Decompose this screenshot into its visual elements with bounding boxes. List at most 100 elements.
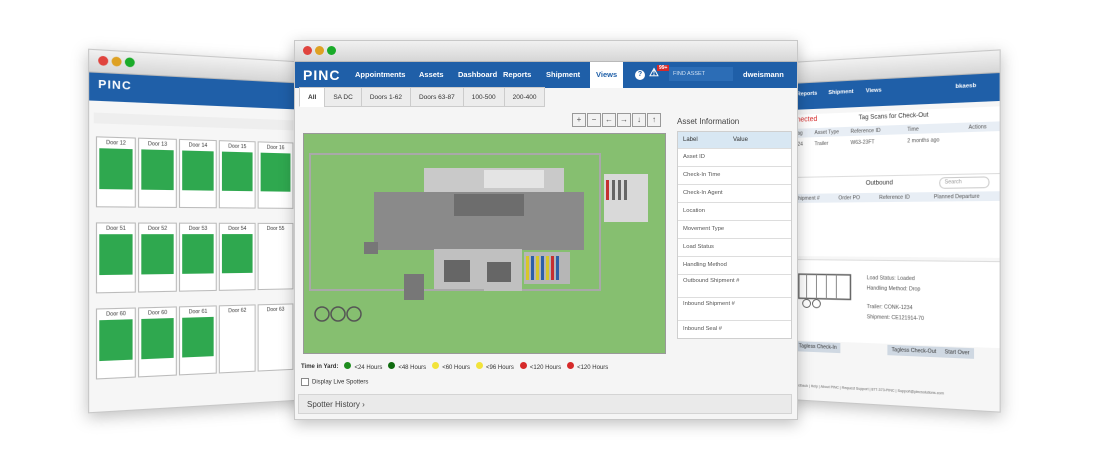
tab-doors-63-87[interactable]: Doors 63-87 (410, 87, 464, 107)
pan-left-icon[interactable]: ← (602, 113, 616, 127)
legend-dot-icon (567, 362, 574, 369)
door-card[interactable]: Door 52 (138, 223, 177, 293)
yard-tabs: All SA DC Doors 1-62 Doors 63-87 100-500… (299, 87, 544, 107)
door-card[interactable]: Door 55 (258, 223, 294, 290)
door-card[interactable]: Door 60 (138, 306, 177, 377)
close-dot-icon[interactable] (98, 56, 108, 66)
shipment-text: Shipment: CE121914-70 (867, 314, 924, 322)
door-card[interactable]: Door 62 (219, 304, 256, 373)
close-dot-icon[interactable] (303, 46, 312, 55)
legend-item-label: <48 Hours (398, 365, 426, 371)
tab-200-400[interactable]: 200-400 (504, 87, 546, 107)
door-card[interactable]: Door 54 (219, 223, 256, 291)
nav-assets[interactable]: Assets (419, 70, 444, 79)
door-occupied-slot (141, 149, 173, 190)
asset-info-row: Inbound Shipment # (678, 297, 791, 320)
pan-up-icon[interactable]: ↑ (647, 113, 661, 127)
nav-views[interactable]: Views (590, 62, 623, 88)
door-occupied-slot (182, 234, 213, 274)
nav-shipment[interactable]: Shipment (546, 70, 580, 79)
outbound-title: Outbound (866, 180, 893, 187)
door-card[interactable]: Door 51 (96, 222, 136, 293)
main-nav-bar: PINC Appointments Assets Dashboard Repor… (295, 62, 797, 88)
checkout-window: Reports Shipment Views bkaesb nnected Ta… (790, 49, 1001, 412)
tag-scans-title: Tag Scans for Check-Out (859, 112, 929, 121)
door-label: Door 14 (180, 142, 216, 149)
door-card[interactable]: Door 13 (138, 138, 177, 208)
asset-info-row: Load Status (678, 238, 791, 256)
legend-dot-icon (388, 362, 395, 369)
door-card[interactable]: Door 53 (179, 223, 217, 292)
asset-info-row: Asset ID (678, 148, 791, 166)
outbound-search-input[interactable]: Search (939, 176, 989, 188)
col-time: Time (907, 126, 919, 133)
door-label: Door 60 (97, 311, 135, 318)
asset-info-header: Label Value (678, 132, 791, 148)
legend-items: <24 Hours <48 Hours <60 Hours <96 Hours <120… (338, 362, 608, 371)
tab-doors-1-62[interactable]: Doors 1-62 (361, 87, 411, 107)
legend-dot-icon (344, 362, 351, 369)
nav-views[interactable]: Views (866, 87, 882, 94)
door-label: Door 52 (139, 226, 176, 232)
pan-right-icon[interactable]: → (617, 113, 631, 127)
door-label: Door 62 (220, 307, 255, 314)
pinc-logo[interactable]: PINC (303, 67, 340, 83)
pan-down-icon[interactable]: ↓ (632, 113, 646, 127)
door-label: Door 53 (180, 226, 216, 232)
find-asset-input[interactable]: FIND ASSET (669, 67, 733, 81)
door-empty-slot (261, 234, 291, 273)
tagless-check-out-button[interactable]: Tagless Check-Out (887, 345, 940, 358)
help-icon[interactable]: ? (635, 70, 645, 80)
legend-dot-icon (476, 362, 483, 369)
nav-appointments[interactable]: Appointments (355, 70, 405, 79)
checkbox-box[interactable] (301, 378, 309, 386)
asset-info-row: Inbound Seal # (678, 320, 791, 338)
footer-links: Feedback | Help | About PINC | Request S… (793, 383, 944, 395)
door-card[interactable]: Door 12 (96, 136, 136, 207)
zoom-in-icon[interactable]: + (572, 113, 586, 127)
door-label: Door 54 (220, 226, 255, 232)
door-card[interactable]: Door 60 (96, 307, 136, 379)
tagless-check-in-button[interactable]: Tagless Check-In (795, 341, 841, 353)
legend-label: Time in Yard: (301, 364, 338, 370)
legend-item-label: <96 Hours (486, 365, 514, 371)
tab-all[interactable]: All (299, 87, 325, 107)
door-occupied-slot (99, 319, 132, 361)
door-card[interactable]: Door 61 (179, 305, 217, 375)
nav-reports[interactable]: Reports (797, 91, 817, 98)
user-menu[interactable]: bkaesb (955, 83, 976, 90)
legend-item-label: <60 Hours (442, 365, 470, 371)
minimize-dot-icon[interactable] (112, 56, 122, 66)
door-label: Door 13 (139, 141, 176, 148)
spotter-history-toggle[interactable]: Spotter History › (298, 394, 792, 414)
tab-100-500[interactable]: 100-500 (463, 87, 505, 107)
door-occupied-slot (99, 148, 132, 189)
outbound-card: Outbound Search Shipment # Order PO Refe… (791, 173, 1000, 258)
yard-map[interactable] (303, 133, 666, 354)
maximize-dot-icon[interactable] (327, 46, 336, 55)
tab-sa-dc[interactable]: SA DC (324, 87, 362, 107)
door-label: Door 63 (259, 306, 293, 313)
start-over-button[interactable]: Start Over (940, 347, 974, 359)
asset-info-row: Movement Type (678, 220, 791, 238)
handling-text: Handling Method: Drop (867, 285, 921, 292)
door-card[interactable]: Door 16 (258, 141, 294, 209)
pinc-logo: PINC (98, 78, 132, 92)
door-label: Door 51 (97, 226, 135, 232)
yard-map-drawing (304, 134, 665, 353)
door-card[interactable]: Door 63 (258, 303, 294, 371)
nav-dashboard[interactable]: Dashboard (458, 70, 497, 79)
nav-reports[interactable]: Reports (503, 70, 531, 79)
user-menu[interactable]: dweismann (743, 70, 784, 79)
door-label: Door 61 (180, 309, 216, 316)
door-occupied-slot (182, 150, 213, 190)
minimize-dot-icon[interactable] (315, 46, 324, 55)
zoom-out-icon[interactable]: − (587, 113, 601, 127)
maximize-dot-icon[interactable] (125, 57, 135, 67)
door-label: Door 16 (259, 144, 293, 151)
door-card[interactable]: Door 15 (219, 140, 256, 208)
window-titlebar (295, 41, 797, 62)
display-live-spotters-checkbox[interactable]: Display Live Spotters (301, 378, 368, 386)
nav-shipment[interactable]: Shipment (828, 89, 853, 96)
door-card[interactable]: Door 14 (179, 139, 217, 208)
